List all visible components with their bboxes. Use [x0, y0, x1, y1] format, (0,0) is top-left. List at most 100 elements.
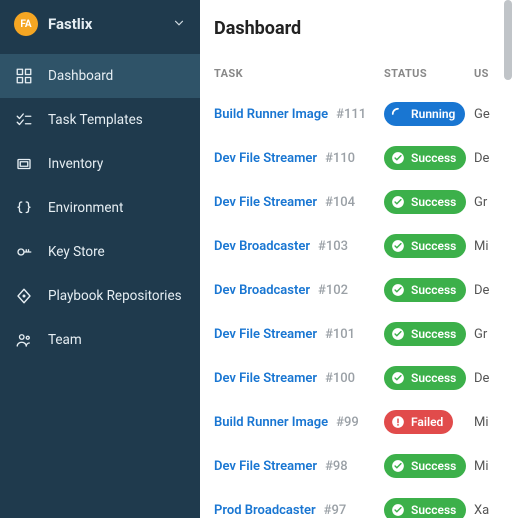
sidebar-item-team[interactable]: Team — [0, 318, 200, 362]
task-link[interactable]: Prod Broadcaster — [214, 503, 316, 518]
main-panel: Dashboard TASK STATUS US Build Runner Im… — [200, 0, 512, 518]
task-link[interactable]: Build Runner Image — [214, 107, 328, 122]
task-id: #104 — [325, 195, 355, 210]
table-row: Dev File Streamer #100 Success De — [214, 356, 512, 400]
table-row: Prod Broadcaster #97 Success Xa — [214, 488, 512, 518]
status-label: Success — [411, 195, 456, 209]
tasks-table-wrap: TASK STATUS US Build Runner Image#111Run… — [200, 49, 512, 518]
page-title: Dashboard — [214, 18, 498, 39]
col-header-task[interactable]: TASK — [214, 49, 384, 92]
project-switcher[interactable]: FA Fastlix — [0, 0, 200, 48]
status-badge-success: Success — [384, 278, 466, 302]
status-label: Failed — [411, 415, 443, 429]
table-row: Dev Broadcaster #103 Success Mi — [214, 224, 512, 268]
success-icon — [390, 370, 406, 386]
success-icon — [390, 326, 406, 342]
status-label: Running — [411, 107, 455, 121]
task-id: #100 — [325, 371, 355, 386]
status-label: Success — [411, 371, 456, 385]
success-icon — [390, 150, 406, 166]
task-id: #110 — [325, 151, 355, 166]
sidebar-item-dashboard[interactable]: Dashboard — [0, 54, 200, 98]
braces-icon — [14, 198, 34, 218]
task-link[interactable]: Build Runner Image — [214, 415, 328, 430]
tasks-table: TASK STATUS US Build Runner Image#111Run… — [214, 49, 512, 518]
project-avatar: FA — [14, 12, 38, 36]
task-id: #111 — [336, 107, 366, 122]
vertical-scrollbar[interactable] — [504, 0, 512, 80]
task-link[interactable]: Dev Broadcaster — [214, 239, 310, 254]
user-cell: Mi — [474, 224, 512, 268]
status-badge-success: Success — [384, 366, 466, 390]
dashboard-icon — [14, 66, 34, 86]
status-label: Success — [411, 327, 456, 341]
status-label: Success — [411, 239, 456, 253]
status-badge-running: Running — [384, 102, 465, 126]
user-cell: Gr — [474, 180, 512, 224]
sidebar-item-label: Team — [48, 332, 82, 348]
status-badge-success: Success — [384, 190, 466, 214]
success-icon — [390, 238, 406, 254]
user-cell: Xa — [474, 488, 512, 518]
sidebar-item-label: Playbook Repositories — [48, 288, 182, 304]
status-badge-success: Success — [384, 498, 466, 518]
table-row: Build Runner Image #99 Failed Mi — [214, 400, 512, 444]
user-cell: De — [474, 136, 512, 180]
col-header-status[interactable]: STATUS — [384, 49, 474, 92]
chevron-down-icon — [172, 15, 186, 34]
status-label: Success — [411, 283, 456, 297]
diamond-icon — [14, 286, 34, 306]
table-row: Dev File Streamer #104 Success Gr — [214, 180, 512, 224]
success-icon — [390, 458, 406, 474]
sidebar-item-label: Key Store — [48, 244, 105, 260]
key-icon — [14, 242, 34, 262]
sidebar-item-key-store[interactable]: Key Store — [0, 230, 200, 274]
success-icon — [390, 194, 406, 210]
task-link[interactable]: Dev File Streamer — [214, 327, 317, 342]
task-link[interactable]: Dev File Streamer — [214, 371, 317, 386]
task-id: #103 — [318, 239, 348, 254]
layers-icon — [14, 154, 34, 174]
sidebar-item-label: Dashboard — [48, 68, 113, 84]
task-id: #97 — [324, 503, 347, 518]
task-link[interactable]: Dev File Streamer — [214, 195, 317, 210]
task-id: #101 — [325, 327, 355, 342]
sidebar-nav: Dashboard Task Templates Inventory Environm… — [0, 48, 200, 362]
user-cell: De — [474, 268, 512, 312]
sidebar-item-task-templates[interactable]: Task Templates — [0, 98, 200, 142]
user-cell: Gr — [474, 312, 512, 356]
task-link[interactable]: Dev File Streamer — [214, 151, 317, 166]
success-icon — [390, 502, 406, 518]
status-label: Success — [411, 151, 456, 165]
user-cell: De — [474, 356, 512, 400]
project-name: Fastlix — [48, 15, 172, 33]
sidebar-item-label: Environment — [48, 200, 123, 216]
task-id: #99 — [336, 415, 359, 430]
table-row: Dev File Streamer #98 Success Mi — [214, 444, 512, 488]
sidebar-item-label: Task Templates — [48, 112, 143, 128]
table-row: Dev File Streamer #110 Success De — [214, 136, 512, 180]
table-row: Dev Broadcaster#102SuccessDe — [214, 268, 512, 312]
success-icon — [390, 282, 406, 298]
status-badge-success: Success — [384, 234, 466, 258]
table-row: Build Runner Image #111 Running Ge — [214, 92, 512, 136]
checklist-icon — [14, 110, 34, 130]
running-icon — [390, 106, 406, 122]
task-link[interactable]: Dev Broadcaster — [214, 283, 310, 298]
page-header: Dashboard — [200, 0, 512, 49]
sidebar-item-label: Inventory — [48, 156, 103, 172]
sidebar-item-environment[interactable]: Environment — [0, 186, 200, 230]
user-cell: Mi — [474, 444, 512, 488]
task-id: #98 — [325, 459, 348, 474]
failed-icon — [390, 414, 406, 430]
user-cell: Mi — [474, 400, 512, 444]
status-badge-failed: Failed — [384, 410, 453, 434]
status-label: Success — [411, 459, 456, 473]
sidebar: FA Fastlix Dashboard Task Templates Invent… — [0, 0, 200, 518]
status-label: Success — [411, 503, 456, 517]
user-cell: Ge — [474, 92, 512, 136]
sidebar-item-inventory[interactable]: Inventory — [0, 142, 200, 186]
sidebar-item-playbook-repositories[interactable]: Playbook Repositories — [0, 274, 200, 318]
task-link[interactable]: Dev File Streamer — [214, 459, 317, 474]
table-row: Dev File Streamer #101 Success Gr — [214, 312, 512, 356]
